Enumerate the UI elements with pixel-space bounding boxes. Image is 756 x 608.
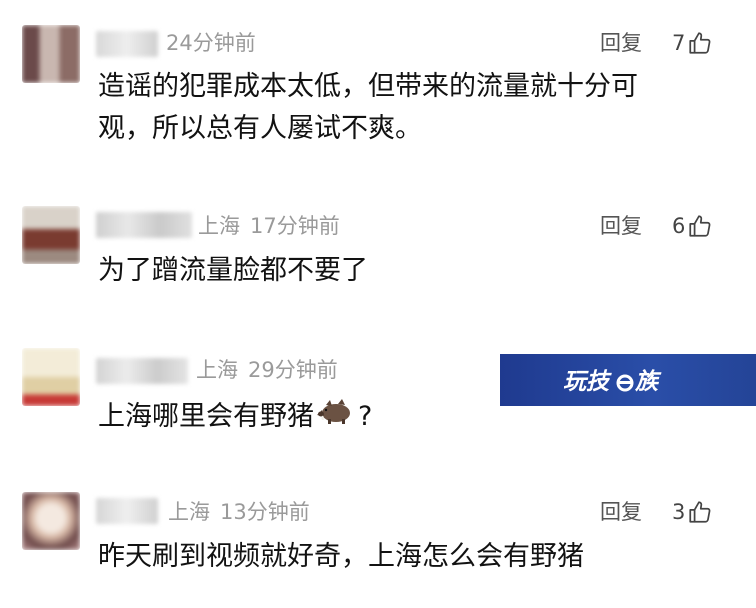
- username-blurred[interactable]: [96, 358, 188, 384]
- comment-text-line: 昨天刷到视频就好奇，上海怎么会有野猪: [98, 541, 584, 572]
- comment-item: 上海 17分钟前 回复 6 为了蹭流量脸都不要了: [0, 160, 756, 320]
- username-blurred[interactable]: [96, 31, 158, 57]
- username-blurred[interactable]: [96, 212, 192, 238]
- boar-icon: [316, 396, 356, 439]
- comment-location: 上海: [198, 214, 240, 238]
- comment-text-line: ?: [358, 401, 373, 432]
- comment-meta: 上海 17分钟前: [198, 212, 340, 240]
- comment-text-line: 为了蹭流量脸都不要了: [98, 255, 368, 286]
- comment-text: 为了蹭流量脸都不要了: [98, 250, 718, 292]
- comment-location: 上海: [196, 358, 238, 382]
- like-count: 3: [672, 500, 686, 524]
- comment-item: 24分钟前 回复 7 造谣的犯罪成本太低，但带来的流量就十分可 观，所以总有人屡…: [0, 0, 756, 160]
- comment-location: 上海: [168, 500, 210, 524]
- thumbs-up-icon: [687, 30, 713, 56]
- comment-text: 造谣的犯罪成本太低，但带来的流量就十分可 观，所以总有人屡试不爽。: [98, 66, 718, 150]
- comment-time: 24分钟前: [166, 31, 256, 55]
- like-button[interactable]: 6: [672, 212, 713, 240]
- reply-button[interactable]: 回复: [600, 212, 642, 240]
- comment-text-line: 上海哪里会有野猪: [98, 401, 314, 432]
- avatar[interactable]: [22, 25, 80, 83]
- watermark-logo-graphic: 玩技 族: [563, 369, 662, 394]
- avatar[interactable]: [22, 206, 80, 264]
- comment-time: 17分钟前: [250, 214, 340, 238]
- svg-text:玩技: 玩技: [563, 369, 612, 394]
- comment-text: 昨天刷到视频就好奇，上海怎么会有野猪: [98, 536, 718, 578]
- comment-item: 上海 13分钟前 回复 3 昨天刷到视频就好奇，上海怎么会有野猪: [0, 470, 756, 608]
- like-button[interactable]: 7: [672, 29, 713, 57]
- like-count: 7: [672, 31, 686, 55]
- comment-time: 29分钟前: [248, 358, 338, 382]
- reply-button[interactable]: 回复: [600, 29, 642, 57]
- like-button[interactable]: 3: [672, 498, 713, 526]
- thumbs-up-icon: [687, 499, 713, 525]
- comment-text-line: 观，所以总有人屡试不爽。: [98, 113, 422, 144]
- reply-button[interactable]: 回复: [600, 498, 642, 526]
- svg-text:族: 族: [634, 369, 662, 394]
- username-blurred[interactable]: [96, 498, 158, 524]
- comment-meta: 24分钟前: [166, 29, 256, 57]
- watermark-logo: 玩技 族: [500, 354, 756, 406]
- thumbs-up-icon: [687, 213, 713, 239]
- avatar[interactable]: [22, 492, 80, 550]
- comment-meta: 上海 29分钟前: [196, 356, 338, 384]
- avatar[interactable]: [22, 348, 80, 406]
- comment-text-line: 造谣的犯罪成本太低，但带来的流量就十分可: [98, 71, 638, 102]
- comment-meta: 上海 13分钟前: [168, 498, 310, 526]
- comment-time: 13分钟前: [220, 500, 310, 524]
- like-count: 6: [672, 214, 686, 238]
